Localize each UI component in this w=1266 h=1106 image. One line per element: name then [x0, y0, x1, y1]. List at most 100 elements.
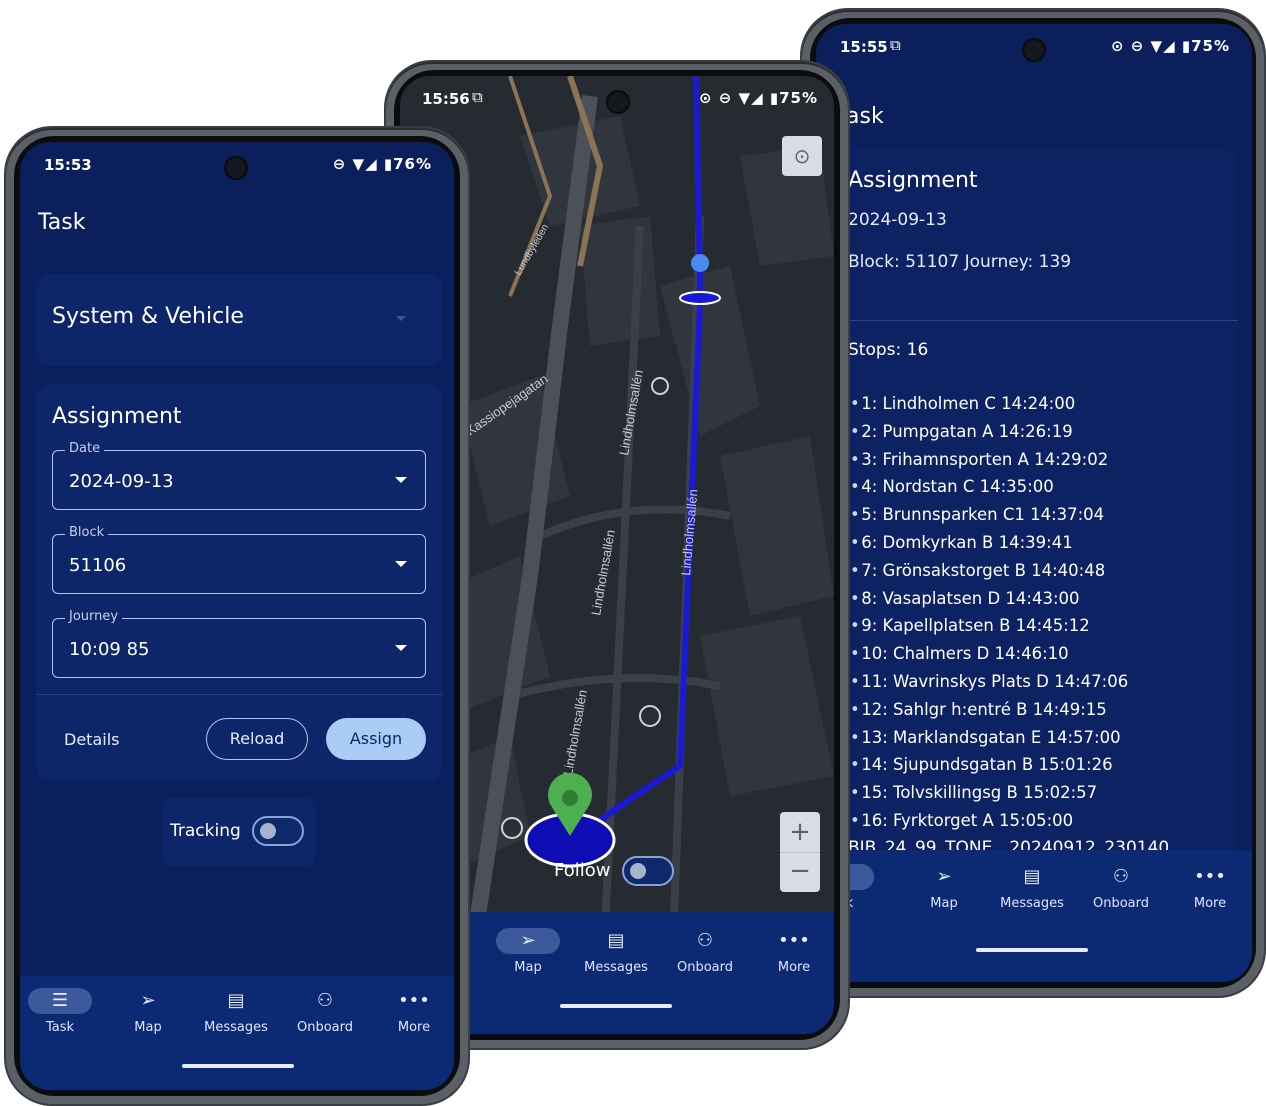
bullet-icon: • — [850, 644, 860, 664]
block-field[interactable]: Block 51106 — [52, 525, 426, 594]
nav-messages[interactable]: ▤ Messages — [576, 928, 656, 975]
stop-text: 9: Kapellplatsen B 14:45:12 — [861, 616, 1090, 636]
stop-text: 6: Domkyrkan B 14:39:41 — [861, 532, 1073, 552]
front-camera — [1022, 38, 1046, 62]
block-value: 51106 — [69, 555, 127, 576]
status-time: 15:53 — [44, 156, 92, 174]
bullet-icon: • — [850, 532, 860, 552]
bullet-icon: • — [850, 727, 860, 747]
nav-label: Messages — [1000, 896, 1064, 911]
stop-text: 13: Marklandsgatan E 14:57:00 — [861, 727, 1121, 747]
assignment-date: 2024-09-13 — [848, 210, 947, 230]
stop-item: • 7: Grönsakstorget B 14:40:48 — [850, 561, 1128, 589]
nav-messages[interactable]: ▤ Messages — [992, 864, 1072, 911]
chevron-down-icon — [396, 316, 406, 321]
nav-map[interactable]: ➢ Map — [904, 864, 984, 911]
bullet-icon: • — [850, 449, 860, 469]
assignment-title: Assignment — [52, 404, 182, 429]
zoom-out-button[interactable]: − — [780, 853, 820, 892]
nav-more[interactable]: ••• More — [1170, 864, 1250, 911]
nav-task[interactable]: ☰ Task — [20, 988, 100, 1035]
bullet-icon: • — [850, 394, 860, 413]
cast-icon: ⧉ — [890, 36, 901, 54]
people-icon: ⚇ — [1112, 866, 1130, 887]
bottom-nav: ☰ ask ➢ Map ▤ Messages ⚇ Onboard ••• Mor… — [816, 850, 1252, 982]
nav-map[interactable]: ➢ Map — [488, 928, 568, 975]
nav-label: Map — [514, 960, 542, 975]
home-indicator[interactable] — [182, 1064, 294, 1068]
dropdown-arrow-icon — [395, 477, 407, 483]
nav-messages[interactable]: ▤ Messages — [196, 988, 276, 1035]
assign-button[interactable]: Assign — [326, 718, 426, 760]
task-list-screen: 15:55 ⧉ ⊙ ⊖ ▼◢ ▮75% ask Assignment 2024-… — [816, 24, 1252, 982]
phone-left: 15:53 ⊖ ▼◢ ▮76% Task System & Vehicle As… — [6, 128, 468, 1104]
stop-item: • 14: Sjupundsgatan B 15:01:26 — [850, 755, 1128, 783]
nav-label: Messages — [584, 960, 648, 975]
stop-text: 12: Sahlgr h:entré B 14:49:15 — [861, 699, 1107, 719]
nav-more[interactable]: ••• More — [754, 928, 834, 975]
cast-icon: ⧉ — [472, 88, 483, 106]
home-indicator[interactable] — [560, 1004, 672, 1008]
journey-field[interactable]: Journey 10:09 85 — [52, 609, 426, 678]
dropdown-arrow-icon — [395, 561, 407, 567]
stop-item: • 4: Nordstan C 14:35:00 — [850, 477, 1128, 505]
nav-label: Onboard — [1092, 896, 1149, 911]
stop-item: • 6: Domkyrkan B 14:39:41 — [850, 533, 1128, 561]
navigation-icon: ➢ — [936, 866, 952, 887]
people-icon: ⚇ — [696, 930, 714, 951]
status-icons: ⊙ ⊖ ▼◢ ▮75% — [698, 89, 818, 107]
bullet-icon: • — [850, 810, 860, 830]
nav-onboard[interactable]: ⚇ Onboard — [285, 988, 365, 1035]
bullet-icon: • — [850, 671, 860, 691]
nav-onboard[interactable]: ⚇ Onboard — [1081, 864, 1161, 911]
recenter-button[interactable]: ⊙ — [782, 136, 822, 176]
stop-text: 15: Tolvskillingsg B 15:02:57 — [861, 783, 1098, 803]
nav-label: More — [397, 1020, 431, 1035]
next-stop-pin[interactable] — [691, 254, 710, 272]
stop-item: • 9: Kapellplatsen B 14:45:12 — [850, 616, 1128, 644]
stop-halo — [679, 291, 721, 305]
stop-item: • 8: Vasaplatsen D 14:43:00 — [850, 589, 1128, 617]
stop-item: • 16: Fyrktorget A 15:05:00 — [850, 811, 1128, 839]
system-vehicle-card[interactable]: System & Vehicle — [36, 274, 442, 366]
nav-label: Onboard — [676, 960, 733, 975]
date-field[interactable]: Date 2024-09-13 — [52, 441, 426, 510]
nav-more[interactable]: ••• More — [374, 988, 454, 1035]
stop-text: 4: Nordstan C 14:35:00 — [861, 477, 1054, 497]
stop-text: 7: Grönsakstorget B 14:40:48 — [861, 560, 1106, 580]
bullet-icon: • — [850, 616, 860, 636]
home-indicator[interactable] — [976, 948, 1088, 952]
stop-item: • 11: Wavrinskys Plats D 14:47:06 — [850, 672, 1128, 700]
stop-item: • 10: Chalmers D 14:46:10 — [850, 644, 1128, 672]
date-label: Date — [65, 441, 105, 456]
status-icons: ⊙ ⊖ ▼◢ ▮75% — [1110, 37, 1230, 55]
zoom-controls: + − — [780, 812, 820, 892]
journey-value: 10:09 85 — [69, 639, 150, 660]
nav-label: Messages — [204, 1020, 268, 1035]
nav-onboard[interactable]: ⚇ Onboard — [665, 928, 745, 975]
bullet-icon: • — [850, 755, 860, 775]
stop-item: • 5: Brunnsparken C1 14:37:04 — [850, 505, 1128, 533]
tracking-card: Tracking — [162, 798, 316, 866]
stop-text: 11: Wavrinskys Plats D 14:47:06 — [861, 671, 1129, 691]
tracking-toggle[interactable] — [252, 816, 304, 846]
follow-label: Follow — [554, 860, 611, 881]
stop-text: 3: Frihamnsporten A 14:29:02 — [861, 449, 1109, 469]
stop-text: 10: Chalmers D 14:46:10 — [861, 644, 1069, 664]
reload-button[interactable]: Reload — [206, 718, 308, 760]
message-icon: ▤ — [607, 930, 625, 951]
follow-toggle[interactable] — [622, 856, 674, 886]
details-button[interactable]: Details — [64, 730, 119, 749]
date-value: 2024-09-13 — [69, 471, 174, 492]
navigation-icon: ➢ — [496, 928, 560, 954]
zoom-in-button[interactable]: + — [780, 812, 820, 853]
nav-map[interactable]: ➢ Map — [108, 988, 188, 1035]
phone-right: 15:55 ⧉ ⊙ ⊖ ▼◢ ▮75% ask Assignment 2024-… — [802, 10, 1264, 996]
bullet-icon: • — [850, 477, 860, 497]
bullet-icon: • — [850, 699, 860, 719]
people-icon: ⚇ — [316, 990, 334, 1011]
assignment-title: Assignment — [848, 168, 978, 193]
nav-label: More — [777, 960, 811, 975]
stop-text: 1: Lindholmen C 14:24:00 — [861, 394, 1076, 413]
assignment-card: Assignment Date 2024-09-13 Block 51106 J… — [36, 384, 442, 780]
